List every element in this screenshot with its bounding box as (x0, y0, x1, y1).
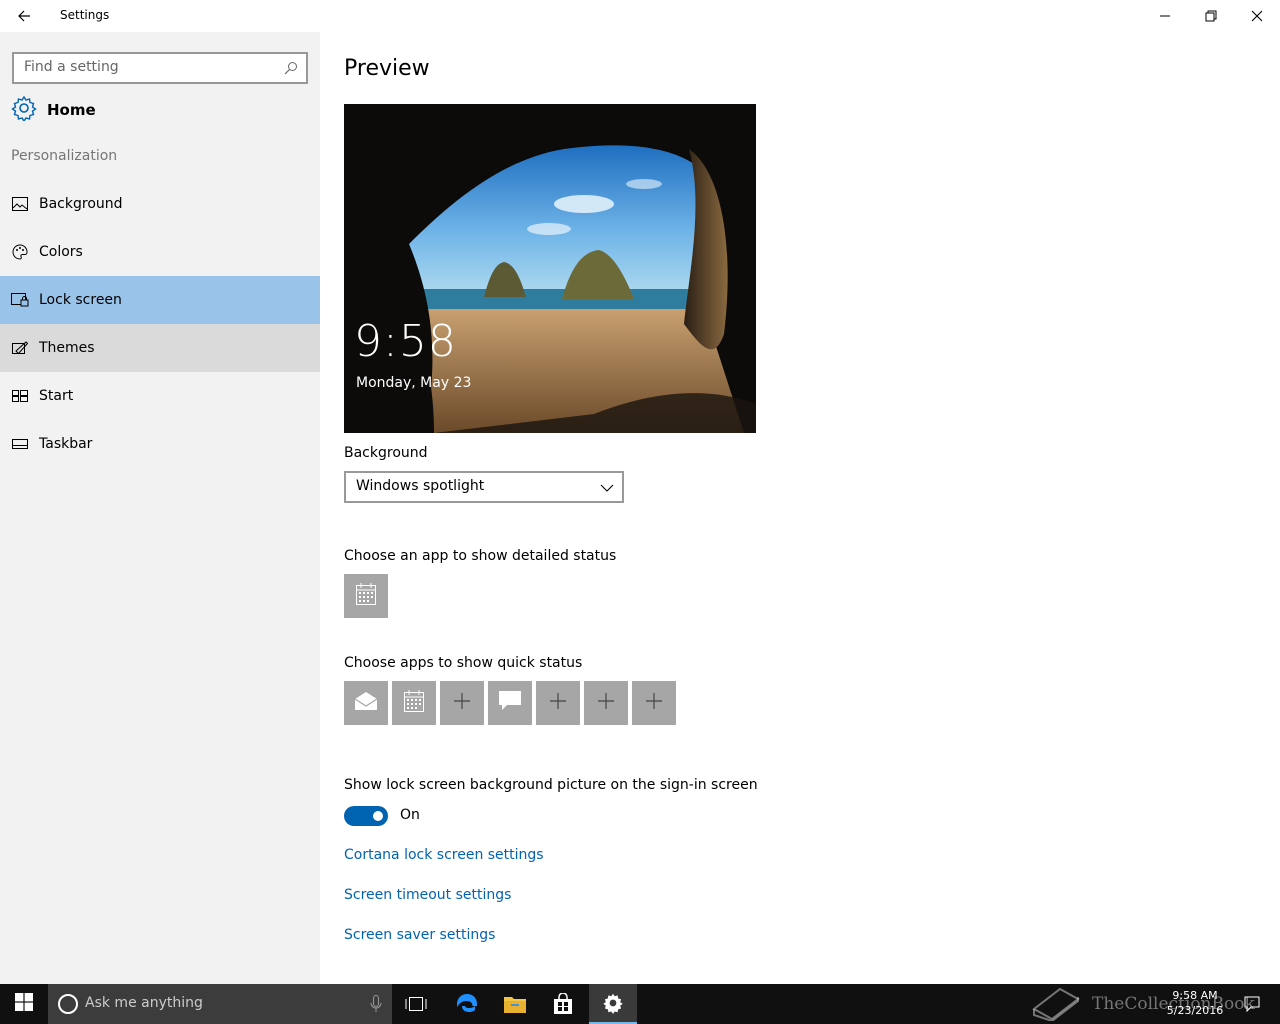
plus-icon (646, 693, 662, 713)
settings-icon[interactable] (589, 984, 637, 1024)
background-label: Background (344, 445, 428, 461)
toggle-state-label: On (400, 807, 420, 823)
clock[interactable]: 9:58 AM 5/23/2016 (1160, 988, 1230, 1018)
book-icon (1030, 983, 1082, 1024)
microphone-icon[interactable] (370, 995, 382, 1013)
minimize-icon[interactable] (1142, 0, 1188, 32)
signin-background-label: Show lock screen background picture on t… (344, 777, 758, 793)
screen-saver-settings-link[interactable]: Screen saver settings (344, 927, 495, 943)
home-label: Home (47, 101, 96, 119)
window-title: Settings (60, 8, 110, 22)
search-icon[interactable] (284, 60, 300, 76)
calendar-icon (356, 583, 376, 609)
main-content: Preview 9:58 Monday, May 23 Background W… (320, 32, 1280, 984)
quick-status-label: Choose apps to show quick status (344, 655, 583, 671)
restore-icon[interactable] (1188, 0, 1234, 32)
cortana-lock-screen-settings-link[interactable]: Cortana lock screen settings (344, 847, 544, 863)
signin-background-toggle[interactable] (344, 806, 388, 826)
toggle-knob (373, 811, 383, 821)
chevron-down-icon (600, 480, 614, 494)
quick-status-add-button[interactable] (584, 681, 628, 725)
gear-icon (11, 95, 37, 125)
lock-screen-preview: 9:58 Monday, May 23 (344, 104, 756, 433)
sidebar-item-label: Themes (39, 340, 95, 356)
sidebar-item-start[interactable]: Start (0, 372, 320, 420)
start-icon (11, 387, 29, 405)
quick-status-add-button[interactable] (440, 681, 484, 725)
windows-logo-icon (15, 993, 33, 1015)
title-bar: Settings (0, 0, 1280, 32)
start-button[interactable] (0, 984, 48, 1024)
plus-icon (598, 693, 614, 713)
detailed-status-app-button[interactable] (344, 574, 388, 618)
message-icon (498, 690, 522, 716)
themes-icon (11, 339, 29, 357)
sidebar-item-label: Lock screen (39, 292, 122, 308)
page-title: Preview (344, 56, 430, 81)
lock-screen-icon (11, 291, 29, 309)
mail-icon (354, 691, 378, 715)
home-link[interactable]: Home (11, 95, 96, 125)
back-arrow-icon[interactable] (8, 0, 40, 32)
sidebar-item-label: Start (39, 388, 74, 404)
sidebar-item-background[interactable]: Background (0, 180, 320, 228)
task-view-icon[interactable] (392, 984, 440, 1024)
background-dropdown-value: Windows spotlight (356, 478, 485, 494)
clock-date: 5/23/2016 (1166, 1004, 1224, 1017)
calendar-icon (404, 690, 424, 716)
file-explorer-icon[interactable] (491, 984, 539, 1024)
cortana-search-placeholder: Ask me anything (85, 995, 203, 1011)
close-icon[interactable] (1234, 0, 1280, 32)
taskbar-icon (11, 435, 29, 453)
edge-icon[interactable] (443, 984, 491, 1024)
quick-status-app-calendar[interactable] (392, 681, 436, 725)
clock-time: 9:58 AM (1172, 989, 1218, 1002)
sidebar-item-label: Background (39, 196, 123, 212)
quick-status-app-messaging[interactable] (488, 681, 532, 725)
action-center-icon[interactable] (1232, 984, 1272, 1024)
background-dropdown[interactable]: Windows spotlight (344, 471, 624, 503)
search-input[interactable]: Find a setting (12, 52, 308, 84)
cortana-search-box[interactable]: Ask me anything (48, 984, 392, 1024)
picture-icon (11, 195, 29, 213)
palette-icon (11, 243, 29, 261)
cortana-icon (58, 994, 78, 1014)
sidebar-item-taskbar[interactable]: Taskbar (0, 420, 320, 468)
sidebar-item-label: Colors (39, 244, 83, 260)
sidebar-item-label: Taskbar (39, 436, 93, 452)
sidebar-item-themes[interactable]: Themes (0, 324, 320, 372)
section-label: Personalization (11, 148, 118, 164)
quick-status-app-mail[interactable] (344, 681, 388, 725)
quick-status-add-button[interactable] (536, 681, 580, 725)
sidebar: Find a setting Home Personalization Back… (0, 32, 320, 984)
plus-icon (454, 693, 470, 713)
taskbar: Ask me anything TheCollectionBook 9:58 A… (0, 984, 1280, 1024)
search-placeholder: Find a setting (24, 59, 119, 75)
preview-date: Monday, May 23 (356, 375, 472, 391)
quick-status-add-button[interactable] (632, 681, 676, 725)
detailed-status-label: Choose an app to show detailed status (344, 548, 617, 564)
sidebar-item-colors[interactable]: Colors (0, 228, 320, 276)
screen-timeout-settings-link[interactable]: Screen timeout settings (344, 887, 511, 903)
preview-time: 9:58 (354, 316, 457, 367)
store-icon[interactable] (539, 984, 587, 1024)
plus-icon (550, 693, 566, 713)
sidebar-item-lock-screen[interactable]: Lock screen (0, 276, 320, 324)
